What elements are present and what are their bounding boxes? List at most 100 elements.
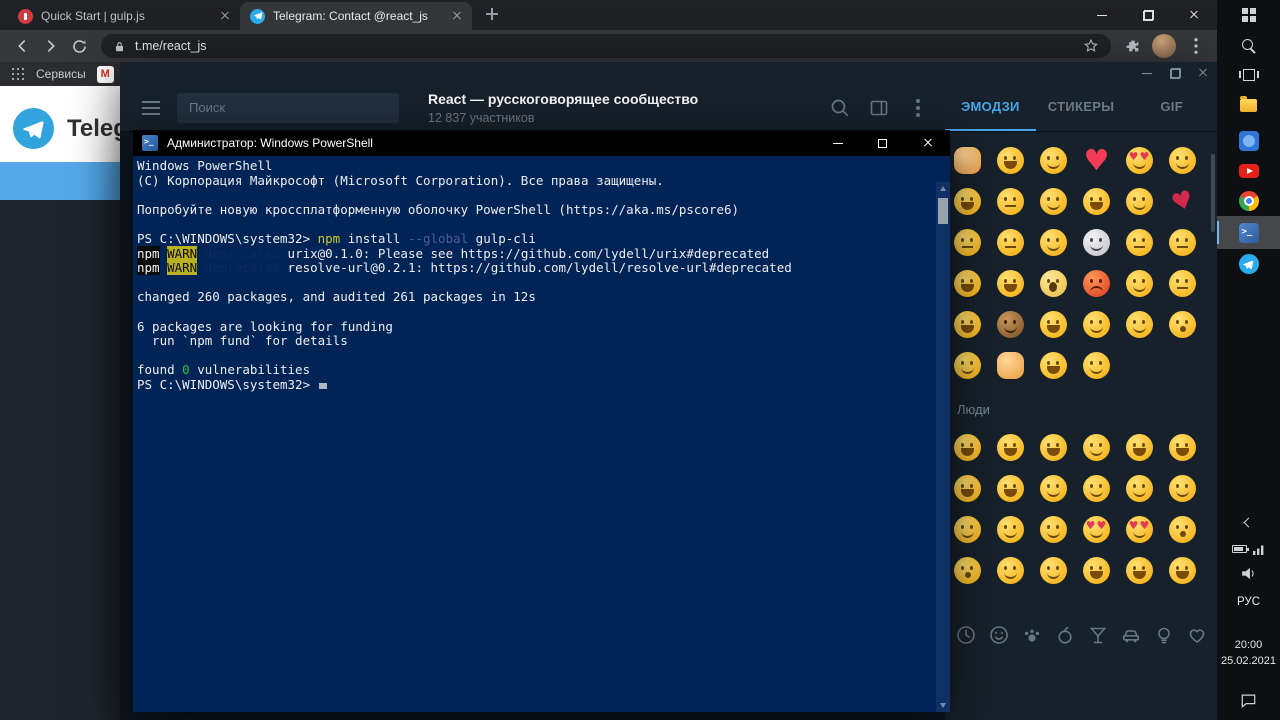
- browser-tab[interactable]: Telegram: Contact @react_js: [240, 2, 472, 30]
- emoji-kiss-mark[interactable]: [1161, 181, 1204, 222]
- telegram-minimize-button[interactable]: [1133, 62, 1161, 84]
- powershell-maximize-button[interactable]: [860, 130, 905, 156]
- gmail-bookmark-icon[interactable]: [96, 65, 114, 83]
- emoji-panel-scrollbar[interactable]: [1211, 154, 1215, 232]
- emoji-category-smileys-people[interactable]: [986, 622, 1012, 648]
- emoji-kissing-face[interactable]: [946, 550, 989, 591]
- emoji-speak-no-evil-monkey[interactable]: [989, 304, 1032, 345]
- emoji-enraged-face[interactable]: [1075, 263, 1118, 304]
- powershell-minimize-button[interactable]: [815, 130, 860, 156]
- chrome-restore-button[interactable]: [1125, 0, 1171, 30]
- emoji-rolling-on-the-floor-laughing[interactable]: [989, 468, 1032, 509]
- powershell-output[interactable]: Windows PowerShell (C) Корпорация Майкрос…: [133, 156, 936, 712]
- taskbar-search-button[interactable]: [1217, 30, 1280, 60]
- emoji-face-blowing-a-kiss[interactable]: [1161, 304, 1204, 345]
- url-text[interactable]: t.me/react_js: [135, 39, 1074, 53]
- network-icon[interactable]: [1253, 544, 1265, 555]
- chrome-minimize-button[interactable]: [1079, 0, 1125, 30]
- taskbar-start-button[interactable]: [1217, 0, 1280, 30]
- emoji-kissing-face-with-smiling-eyes[interactable]: [946, 345, 989, 386]
- powershell-scrollbar-thumb[interactable]: [938, 198, 948, 224]
- taskbar-telegram-button[interactable]: [1217, 249, 1280, 279]
- powershell-scrollbar[interactable]: [936, 182, 950, 712]
- new-tab-button[interactable]: [480, 2, 504, 26]
- emoji-face-screaming-in-fear[interactable]: [1032, 263, 1075, 304]
- emoji-slightly-smiling-face[interactable]: [1161, 468, 1204, 509]
- emoji-kissing-face-with-smiling-eyes[interactable]: [989, 550, 1032, 591]
- emoji-zany-face[interactable]: [946, 304, 989, 345]
- emoji-grinning-face[interactable]: [946, 427, 989, 468]
- telegram-titlebar[interactable]: [120, 62, 1217, 84]
- volume-icon[interactable]: [1217, 564, 1280, 582]
- taskbar-youtube-button[interactable]: [1217, 156, 1280, 186]
- emoji-category-food-drink[interactable]: [1052, 622, 1078, 648]
- emoji-smiling-face[interactable]: [1032, 468, 1075, 509]
- emoji-squinting-face-with-tongue[interactable]: [989, 263, 1032, 304]
- taskbar-file-explorer-button[interactable]: [1217, 90, 1280, 120]
- apps-grid-icon[interactable]: [12, 67, 25, 81]
- emoji-grinning-face[interactable]: [1032, 345, 1075, 386]
- emoji-flushed-face[interactable]: [946, 222, 989, 263]
- emoji-grinning-squinting-face[interactable]: [1118, 427, 1161, 468]
- reload-button[interactable]: [66, 33, 93, 60]
- chat-info[interactable]: React — русскоговорящее сообщество 12 83…: [428, 91, 698, 125]
- emoji-crossed-fingers[interactable]: [989, 345, 1032, 386]
- bookmark-services[interactable]: Сервисы: [36, 67, 86, 81]
- emoji-smiling-face-with-halo[interactable]: [1075, 304, 1118, 345]
- emoji-upside-down-face[interactable]: [946, 509, 989, 550]
- tab-close-icon[interactable]: [450, 9, 464, 23]
- browser-menu-icon[interactable]: [1182, 33, 1209, 60]
- tab-close-icon[interactable]: [218, 9, 232, 23]
- chat-menu-icon[interactable]: [906, 96, 930, 120]
- emoji-smirking-face[interactable]: [989, 181, 1032, 222]
- browser-tab[interactable]: Quick Start | gulp.js: [8, 2, 240, 30]
- emoji-smiling-face-with-heart-eyes[interactable]: [1118, 140, 1161, 181]
- emoji-category-symbols[interactable]: [1184, 622, 1210, 648]
- battery-icon[interactable]: [1232, 545, 1249, 553]
- profile-avatar[interactable]: [1152, 34, 1176, 58]
- emoji-category-recent[interactable]: [953, 622, 979, 648]
- action-center-button[interactable]: [1217, 690, 1280, 710]
- emoji-red-heart[interactable]: [1075, 140, 1118, 181]
- emoji-smiling-face-with-heart-eyes[interactable]: [1075, 509, 1118, 550]
- emoji-grinning-face-with-big-eyes[interactable]: [946, 181, 989, 222]
- hamburger-menu-icon[interactable]: [142, 101, 160, 115]
- toggle-sidebar-icon[interactable]: [867, 96, 891, 120]
- emoji-squinting-face-with-tongue[interactable]: [1161, 550, 1204, 591]
- emoji-category-travel-places[interactable]: [1118, 622, 1144, 648]
- taskbar-blue-app-button[interactable]: [1217, 126, 1280, 156]
- emoji-winking-face[interactable]: [989, 509, 1032, 550]
- emoji-kissing-face-with-closed-eyes[interactable]: [1118, 263, 1161, 304]
- emoji-category-animals-nature[interactable]: [1019, 622, 1045, 648]
- chrome-close-button[interactable]: [1171, 0, 1217, 30]
- bookmark-star-icon[interactable]: [1083, 38, 1099, 54]
- forward-button[interactable]: [37, 33, 64, 60]
- tray-expand-chevron[interactable]: [1217, 514, 1280, 530]
- extensions-icon[interactable]: [1119, 33, 1146, 60]
- emoji-winking-face[interactable]: [1032, 181, 1075, 222]
- emoji-pensive-face[interactable]: [1161, 263, 1204, 304]
- taskbar-chrome-button[interactable]: [1217, 186, 1280, 216]
- emoji-smiling-face-with-hearts[interactable]: [1118, 509, 1161, 550]
- emoji-upside-down-face[interactable]: [1032, 222, 1075, 263]
- powershell-close-button[interactable]: [905, 130, 950, 156]
- emoji-grinning-face-with-sweat[interactable]: [1032, 304, 1075, 345]
- taskbar-clock[interactable]: 20:00 25.02.2021: [1217, 636, 1280, 670]
- emoji-grinning-face-with-sweat[interactable]: [1161, 427, 1204, 468]
- telegram-search-input[interactable]: Поиск: [177, 92, 399, 123]
- emoji-grinning-face-with-smiling-eyes[interactable]: [1032, 427, 1075, 468]
- emoji-face-savoring-food[interactable]: [1075, 550, 1118, 591]
- language-indicator[interactable]: РУС: [1217, 594, 1280, 610]
- emoji-relieved-face[interactable]: [1032, 509, 1075, 550]
- emoji-thumbs-up[interactable]: [946, 140, 989, 181]
- emoji-grimacing-face[interactable]: [989, 222, 1032, 263]
- taskbar-powershell-button[interactable]: [1217, 216, 1280, 249]
- panel-tab-эмодзи[interactable]: ЭМОДЗИ: [945, 84, 1036, 131]
- emoji-category-objects[interactable]: [1151, 622, 1177, 648]
- telegram-close-button[interactable]: [1189, 62, 1217, 84]
- emoji-kissing-face-with-closed-eyes[interactable]: [1032, 550, 1075, 591]
- emoji-face-with-tears-of-joy[interactable]: [989, 140, 1032, 181]
- telegram-restore-button[interactable]: [1161, 62, 1189, 84]
- emoji-grinning-squinting-face[interactable]: [946, 263, 989, 304]
- emoji-face-with-tongue[interactable]: [1118, 550, 1161, 591]
